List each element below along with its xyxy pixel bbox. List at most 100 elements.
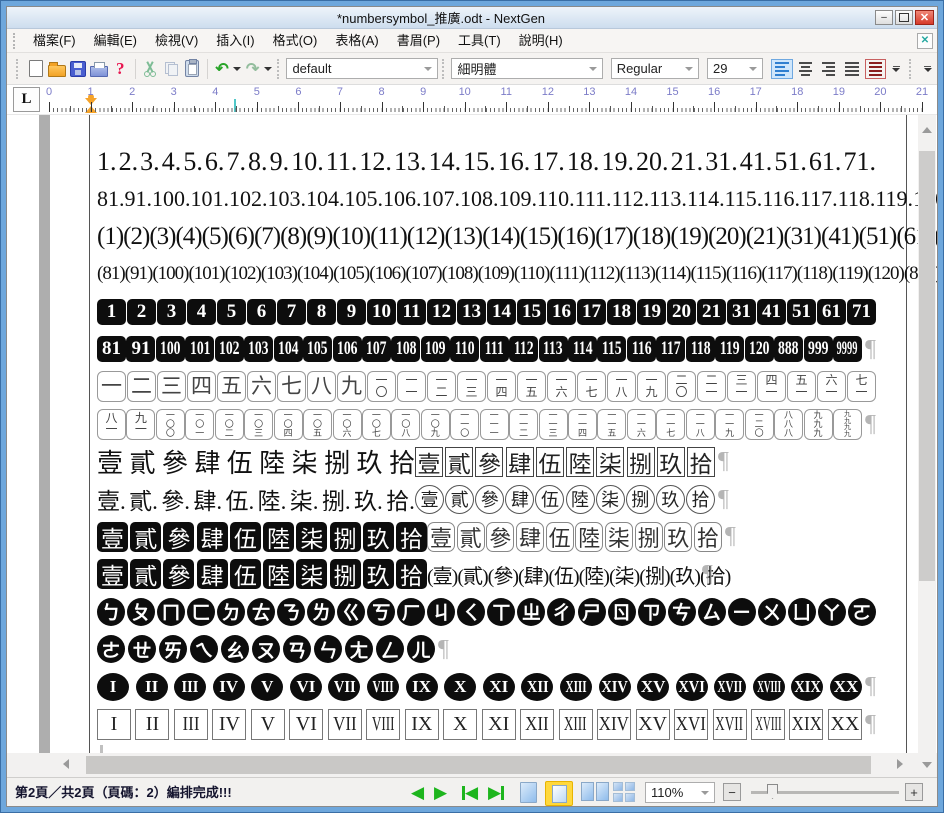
chevron-down-icon <box>264 67 272 71</box>
doc-rows: 1.2.3.4.5.6.7.8.9.10.11.12.13.14.15.16.1… <box>97 143 876 743</box>
symbol-item: 玖 <box>664 522 692 552</box>
first-page-button[interactable]: ◀ <box>462 783 478 803</box>
print-button[interactable] <box>89 58 110 80</box>
help-button[interactable]: ? <box>110 58 131 80</box>
symbol-item: (109) <box>478 263 514 285</box>
menu-item[interactable]: 說明(H) <box>510 29 572 52</box>
symbol-item: 一〇八 <box>391 409 420 440</box>
horizontal-scrollbar[interactable] <box>7 753 918 777</box>
menu-item[interactable]: 插入(I) <box>207 29 263 52</box>
scroll-up-icon[interactable] <box>922 127 932 133</box>
menu-item[interactable]: 格式(O) <box>264 29 327 52</box>
font-weight-combobox[interactable]: Regular <box>611 58 699 79</box>
symbol-item: 一一七 <box>656 409 685 440</box>
menu-drag-handle[interactable] <box>13 33 18 49</box>
symbol-item: VIII <box>366 709 400 740</box>
align-distribute-button[interactable] <box>865 59 886 79</box>
two-page-view-button[interactable] <box>581 782 609 801</box>
horizontal-scrollbar-thumb[interactable] <box>86 756 871 774</box>
window-controls: – ✕ <box>875 10 937 25</box>
multi-page-view-button[interactable] <box>613 782 635 802</box>
next-page-button[interactable]: ▶ <box>434 783 447 803</box>
symbol-item: (柒) <box>609 560 639 589</box>
ruler-number: 3 <box>171 86 177 98</box>
symbol-item: 捌 <box>330 559 361 589</box>
copy-button[interactable] <box>161 58 182 80</box>
minimize-button[interactable]: – <box>875 10 893 25</box>
symbol-item: (105) <box>333 263 369 285</box>
vertical-scrollbar-thumb[interactable] <box>919 151 935 581</box>
symbol-item: 109. <box>499 186 538 212</box>
symbol-item: XIII <box>560 673 592 701</box>
zoom-combobox[interactable]: 110% <box>645 782 715 803</box>
menu-item[interactable]: 工具(T) <box>449 29 510 52</box>
font-size-combobox[interactable]: 29 <box>707 58 763 79</box>
symbol-item: VII <box>328 673 360 701</box>
scroll-down-button[interactable] <box>918 753 936 777</box>
menu-item[interactable]: 編輯(E) <box>85 29 146 52</box>
menu-item[interactable]: 表格(A) <box>326 29 387 52</box>
symbol-item: 壹 <box>97 559 128 589</box>
font-name-combobox[interactable]: 細明體 <box>451 58 602 79</box>
prev-page-button[interactable]: ◀ <box>411 783 424 803</box>
symbol-item: 二〇 <box>667 371 696 402</box>
toolbar-overflow-button-2[interactable] <box>924 66 932 72</box>
symbol-item: 12. <box>359 147 392 177</box>
cut-button[interactable] <box>140 58 161 80</box>
symbol-item: ㄍ <box>337 598 365 626</box>
symbol-item: 五一 <box>787 371 816 402</box>
symbol-item: 999 <box>804 336 833 362</box>
fit-page-view-button[interactable] <box>545 781 573 806</box>
close-button[interactable]: ✕ <box>915 10 934 25</box>
undo-dropdown-button[interactable] <box>233 59 243 79</box>
symbol-item: 888 <box>774 336 803 362</box>
left-scrollbar[interactable] <box>39 115 50 753</box>
redo-dropdown-button[interactable] <box>263 59 273 79</box>
open-button[interactable] <box>47 58 68 80</box>
menu-item[interactable]: 書眉(P) <box>388 29 449 52</box>
ruler-scale[interactable]: 0123456789101112131415161718192021 <box>49 85 929 115</box>
last-page-button[interactable]: ▶ <box>488 783 504 803</box>
symbol-item: ㄠ <box>221 635 249 663</box>
paragraph-style-combobox[interactable]: default <box>286 58 437 79</box>
print-icon <box>90 66 108 77</box>
align-justify-button[interactable] <box>841 59 862 79</box>
symbol-item: 10 <box>367 299 396 325</box>
symbol-item: 一一六 <box>627 409 656 440</box>
symbol-item: 陸 <box>566 485 595 514</box>
zoom-in-button[interactable]: + <box>905 783 923 801</box>
new-document-button[interactable] <box>26 58 47 80</box>
symbol-item: XX <box>828 709 862 740</box>
scroll-right-icon[interactable] <box>897 759 903 769</box>
menu-item[interactable]: 檢視(V) <box>146 29 207 52</box>
symbol-item: ㄇ <box>157 598 185 626</box>
symbol-item: 拾 <box>687 447 715 477</box>
maximize-button[interactable] <box>895 10 913 25</box>
symbol-item: 11 <box>397 299 426 325</box>
document-page[interactable]: 1.2.3.4.5.6.7.8.9.10.11.12.13.14.15.16.1… <box>89 115 907 753</box>
zoom-out-button[interactable]: − <box>723 783 741 801</box>
symbol-item: ㄢ <box>283 635 311 663</box>
scroll-left-icon[interactable] <box>63 759 69 769</box>
toolbar-drag-handle[interactable] <box>16 59 22 79</box>
title-bar[interactable]: *numbersymbol_推廣.odt - NextGen – ✕ <box>7 7 937 29</box>
toolbar-overflow-button[interactable] <box>892 66 900 72</box>
redo-button[interactable]: ↷ <box>242 58 263 80</box>
align-center-button[interactable] <box>795 59 816 79</box>
align-left-button[interactable] <box>771 59 792 79</box>
close-document-icon[interactable]: ✕ <box>917 33 933 49</box>
undo-button[interactable]: ↶ <box>212 58 233 80</box>
menu-item[interactable]: 檔案(F) <box>24 29 85 52</box>
symbol-item: 110 <box>450 336 479 362</box>
zoom-slider-thumb[interactable] <box>767 784 778 799</box>
align-right-button[interactable] <box>818 59 839 79</box>
symbol-item: 伍. <box>226 482 255 516</box>
symbol-item: 19 <box>637 299 666 325</box>
symbol-item: 貳 <box>445 447 473 477</box>
save-button[interactable] <box>68 58 89 80</box>
symbol-item: (20) <box>708 223 746 251</box>
single-page-view-button[interactable] <box>520 782 537 803</box>
tab-stop-selector[interactable]: L <box>13 87 40 112</box>
paste-button[interactable] <box>182 58 203 80</box>
vertical-scrollbar[interactable] <box>918 115 936 753</box>
